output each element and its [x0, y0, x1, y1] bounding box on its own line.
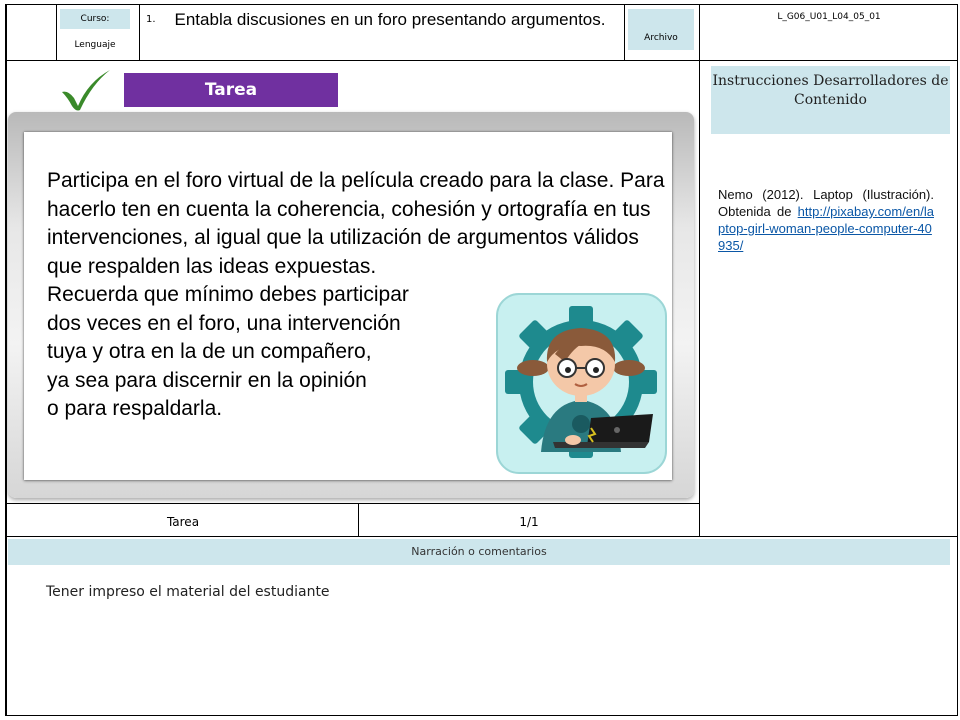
archivo-label: Archivo — [628, 9, 694, 50]
footer-top-border — [5, 503, 700, 504]
checkmark-icon — [62, 70, 110, 111]
girl-laptop-illustration — [496, 293, 667, 474]
narration-header: Narración o comentarios — [8, 539, 950, 565]
image-credit: Nemo (2012). Laptop (Ilustración). Obten… — [718, 186, 934, 254]
frame-left-border — [5, 4, 7, 716]
item-number: 1. — [146, 14, 156, 25]
header-divider-2 — [139, 4, 140, 60]
curso-label: Curso: — [60, 9, 130, 29]
task-paragraph-1: Participa en el foro virtual de la pelíc… — [47, 169, 665, 278]
footer-page-label: 1/1 — [519, 515, 539, 529]
page-title: Entabla discusiones en un foro presentan… — [174, 10, 606, 29]
frame-bottom-border — [5, 715, 958, 716]
curso-value: Lenguaje — [74, 40, 116, 50]
sidebar-divider — [699, 4, 700, 536]
frame-top-border — [5, 4, 958, 5]
header-divider-1 — [56, 4, 57, 60]
frame-right-border — [957, 4, 958, 716]
footer-type-label: Tarea — [166, 515, 200, 529]
header-bottom-border — [5, 60, 958, 61]
narration-text: Tener impreso el material del estudiante — [46, 584, 330, 600]
narration-top-border — [5, 536, 958, 537]
header-divider-3 — [624, 4, 625, 60]
task-tab: Tarea — [124, 73, 338, 107]
file-code: L_G06_U01_L04_05_01 — [777, 12, 881, 22]
instructions-title: Instrucciones Desarrolladores de Conteni… — [711, 66, 950, 134]
